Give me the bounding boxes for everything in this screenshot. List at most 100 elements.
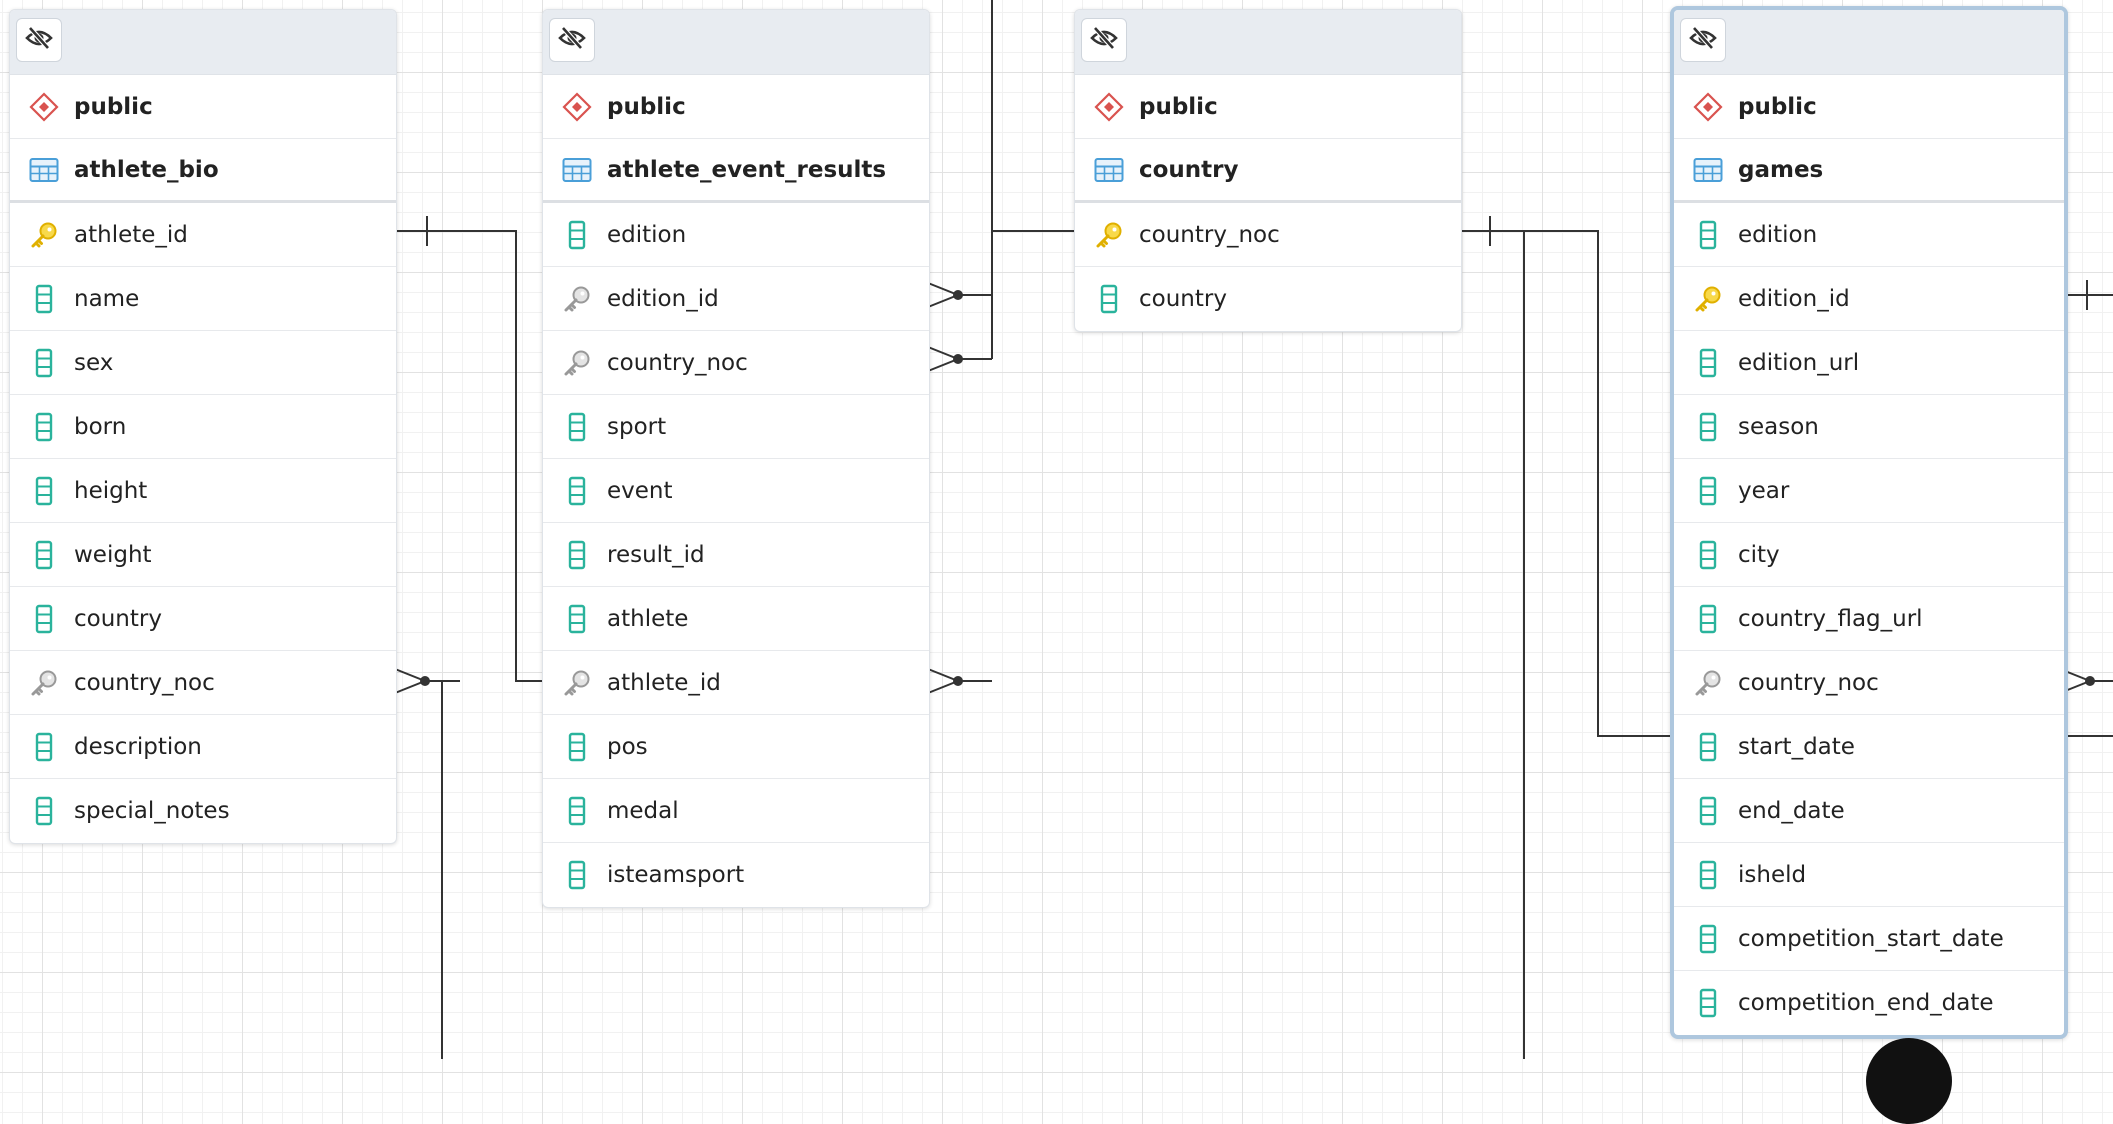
column-name: born [74, 413, 127, 440]
floating-action-button[interactable] [1866, 1038, 1952, 1124]
column-name: country_noc [74, 669, 215, 696]
column-row[interactable]: description [10, 715, 396, 779]
column-name: country [1139, 286, 1227, 312]
hide-button[interactable] [1680, 18, 1726, 62]
schema-icon [1093, 91, 1125, 123]
column-row[interactable]: year [1674, 459, 2064, 523]
column-row[interactable]: edition_id [543, 267, 929, 331]
column-list: country_noccountry [1075, 203, 1461, 331]
table-athlete-bio[interactable]: public athlete_bio athlete_id name sex born… [9, 9, 397, 844]
column-row[interactable]: country_flag_url [1674, 587, 2064, 651]
column-row[interactable]: isheld [1674, 843, 2064, 907]
link-results-edition-id-crowfoot [927, 282, 961, 308]
column-row[interactable]: end_date [1674, 779, 2064, 843]
table-name: country [1139, 156, 1239, 183]
column-row[interactable]: edition_url [1674, 331, 2064, 395]
column-icon [1692, 731, 1724, 763]
link-results-country-noc-crowfoot-dot [953, 354, 963, 364]
column-row[interactable]: country [1075, 267, 1461, 331]
column-icon [28, 475, 60, 507]
column-row[interactable]: competition_start_date [1674, 907, 2064, 971]
hide-button[interactable] [1081, 18, 1127, 62]
hide-button[interactable] [549, 18, 595, 62]
column-row[interactable]: edition [1674, 203, 2064, 267]
table-name-row: country [1075, 139, 1461, 203]
column-row[interactable]: city [1674, 523, 2064, 587]
table-icon [1692, 154, 1724, 186]
column-row[interactable]: born [10, 395, 396, 459]
column-row[interactable]: special_notes [10, 779, 396, 843]
column-icon [561, 731, 593, 763]
column-icon [28, 603, 60, 635]
table-country[interactable]: public country country_noc country [1074, 9, 1462, 332]
schema-row: public [543, 75, 929, 139]
column-row[interactable]: medal [543, 779, 929, 843]
table-games[interactable]: public games edition edition_id edition_ur… [1670, 6, 2068, 1039]
column-name: height [74, 477, 148, 504]
table-athlete-event-results[interactable]: public athlete_event_results edition edit… [542, 9, 930, 908]
column-icon [561, 795, 593, 827]
column-icon [561, 475, 593, 507]
table-header [1075, 10, 1461, 75]
column-row[interactable]: sport [543, 395, 929, 459]
column-row[interactable]: start_date [1674, 715, 2064, 779]
column-icon [561, 539, 593, 571]
column-icon [1692, 219, 1724, 251]
link-athlete-id [395, 230, 542, 682]
column-row[interactable]: athlete [543, 587, 929, 651]
column-name: country_flag_url [1738, 605, 1923, 632]
table-name: athlete_event_results [607, 156, 887, 183]
hide-button[interactable] [16, 18, 62, 62]
column-row[interactable]: height [10, 459, 396, 523]
column-row[interactable]: sex [10, 331, 396, 395]
column-row[interactable]: country [10, 587, 396, 651]
table-icon [1093, 154, 1125, 186]
eye-slash-icon [24, 25, 54, 55]
column-icon [28, 539, 60, 571]
column-row[interactable]: competition_end_date [1674, 971, 2064, 1035]
column-row[interactable]: country_noc [10, 651, 396, 715]
column-row[interactable]: edition_id [1674, 267, 2064, 331]
column-name: country_noc [607, 349, 748, 376]
column-row[interactable]: event [543, 459, 929, 523]
column-name: isteamsport [607, 862, 745, 888]
column-name: special_notes [74, 798, 230, 824]
column-row[interactable]: weight [10, 523, 396, 587]
column-row[interactable]: country_noc [1075, 203, 1461, 267]
primary-key-icon [1093, 219, 1125, 251]
schema-icon [28, 91, 60, 123]
table-header [1674, 10, 2064, 75]
column-list: athlete_idname sex born height weight country… [10, 203, 396, 843]
table-icon [561, 154, 593, 186]
column-icon [561, 603, 593, 635]
column-icon [28, 731, 60, 763]
column-row[interactable]: country_noc [543, 331, 929, 395]
column-icon [1692, 923, 1724, 955]
column-row[interactable]: name [10, 267, 396, 331]
column-name: result_id [607, 541, 705, 568]
column-row[interactable]: pos [543, 715, 929, 779]
schema-icon [561, 91, 593, 123]
column-name: edition_url [1738, 349, 1860, 376]
column-row[interactable]: result_id [543, 523, 929, 587]
schema-row: public [10, 75, 396, 139]
schema-name: public [1738, 93, 1817, 120]
primary-key-icon [1692, 283, 1724, 315]
column-row[interactable]: season [1674, 395, 2064, 459]
column-row[interactable]: edition [543, 203, 929, 267]
column-row[interactable]: isteamsport [543, 843, 929, 907]
column-name: athlete_id [74, 221, 188, 248]
column-icon [28, 411, 60, 443]
table-name-row: games [1674, 139, 2064, 203]
column-row[interactable]: athlete_id [10, 203, 396, 267]
schema-row: public [1674, 75, 2064, 139]
column-name: sport [607, 413, 667, 440]
column-name: event [607, 477, 673, 504]
foreign-key-icon [561, 347, 593, 379]
column-row[interactable]: athlete_id [543, 651, 929, 715]
eye-slash-icon [1688, 25, 1718, 55]
column-name: isheld [1738, 861, 1807, 888]
schema-name: public [1139, 93, 1218, 120]
column-row[interactable]: country_noc [1674, 651, 2064, 715]
column-name: country [74, 605, 162, 632]
